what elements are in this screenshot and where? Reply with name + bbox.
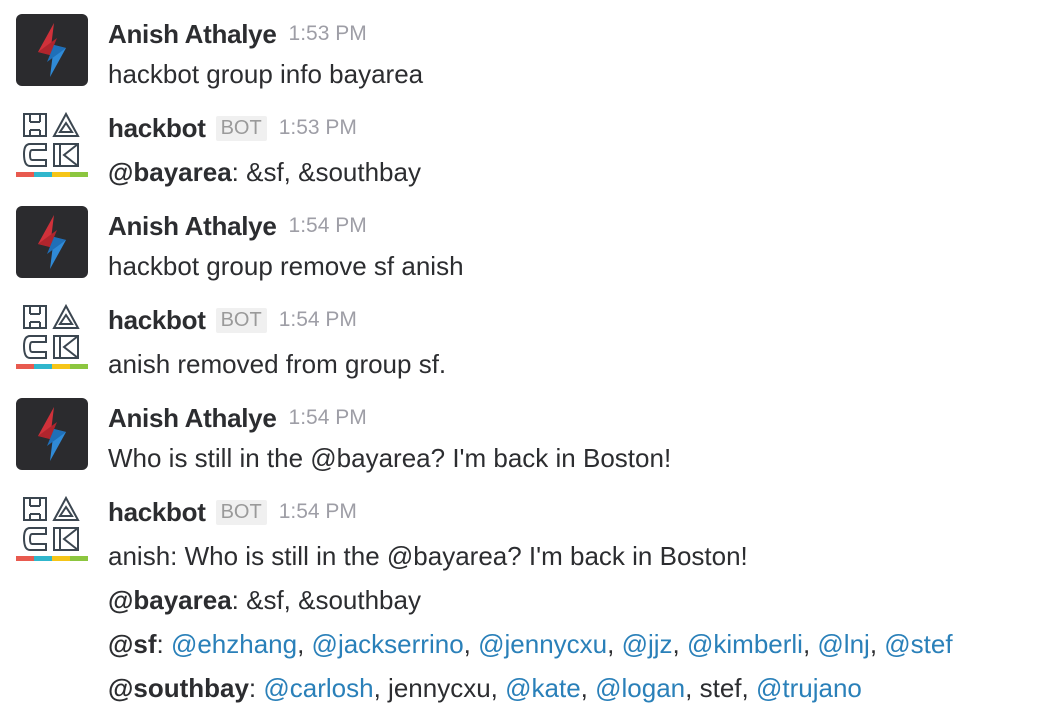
hack-logo-avatar-icon[interactable] bbox=[16, 300, 88, 372]
timestamp[interactable]: 1:54 PM bbox=[279, 308, 357, 332]
message-text: anish: Who is still in the @bayarea? I'm… bbox=[108, 541, 748, 571]
group-tag: @bayarea bbox=[108, 585, 232, 615]
user-mention-link[interactable]: @jackserrino bbox=[312, 629, 464, 659]
list-separator: , bbox=[463, 629, 479, 659]
list-separator: , bbox=[869, 629, 885, 659]
user-mention-link[interactable]: @logan bbox=[595, 673, 685, 703]
group-line-bayarea: @bayarea: &sf, &southbay bbox=[108, 580, 421, 620]
user-mention-link[interactable]: @kate bbox=[505, 673, 581, 703]
hack-logo-avatar-icon[interactable] bbox=[16, 108, 88, 180]
group-tag: @southbay bbox=[108, 673, 249, 703]
message: Anish Athalye 1:53 PM hackbot group info… bbox=[0, 14, 1064, 94]
message-header: hackbot BOT 1:54 PM bbox=[108, 492, 357, 532]
user-mention-link[interactable]: @jennycxu bbox=[478, 629, 607, 659]
timestamp[interactable]: 1:54 PM bbox=[279, 500, 357, 524]
bot-badge: BOT bbox=[215, 499, 267, 525]
list-separator: , bbox=[672, 629, 687, 659]
message-header: hackbot BOT 1:53 PM bbox=[108, 108, 357, 148]
list-separator: , bbox=[297, 629, 312, 659]
group-line-sf: @sf: @ehzhang, @jackserrino, @jennycxu, … bbox=[108, 624, 953, 664]
message-header: Anish Athalye 1:54 PM bbox=[108, 206, 367, 246]
message: Anish Athalye 1:54 PM hackbot group remo… bbox=[0, 206, 1064, 286]
lightning-bolt-avatar-icon[interactable] bbox=[16, 206, 88, 278]
hack-logo-avatar-icon[interactable] bbox=[16, 492, 88, 564]
message: Anish Athalye 1:54 PM Who is still in th… bbox=[0, 398, 1064, 478]
member-name: stef bbox=[699, 673, 742, 703]
message: hackbot BOT 1:54 PM anish removed from g… bbox=[0, 300, 1064, 380]
list-separator: , bbox=[802, 629, 818, 659]
group-text: : &sf, &southbay bbox=[231, 585, 421, 615]
list-separator: , bbox=[607, 629, 622, 659]
list-separator: , bbox=[490, 673, 506, 703]
group-separator: : bbox=[156, 629, 171, 659]
author-name[interactable]: hackbot bbox=[108, 113, 206, 144]
user-mention-link[interactable]: @ehzhang bbox=[171, 629, 297, 659]
group-text: : &sf, &southbay bbox=[231, 157, 421, 187]
timestamp[interactable]: 1:53 PM bbox=[289, 22, 367, 46]
list-separator: , bbox=[741, 673, 756, 703]
message-text: @bayarea: &sf, &southbay bbox=[108, 152, 421, 192]
message-header: Anish Athalye 1:54 PM bbox=[108, 398, 367, 438]
group-separator: : bbox=[248, 673, 264, 703]
message: hackbot BOT 1:54 PM anish: Who is still … bbox=[0, 492, 1064, 718]
list-separator: , bbox=[580, 673, 596, 703]
author-name[interactable]: hackbot bbox=[108, 497, 206, 528]
group-tag: @sf bbox=[108, 629, 157, 659]
message-text: Who is still in the @bayarea? I'm back i… bbox=[108, 443, 672, 473]
timestamp[interactable]: 1:54 PM bbox=[289, 406, 367, 430]
bot-badge: BOT bbox=[215, 307, 267, 333]
group-tag: @bayarea bbox=[108, 157, 232, 187]
list-separator: , bbox=[685, 673, 700, 703]
author-name[interactable]: Anish Athalye bbox=[108, 19, 277, 50]
list-separator: , bbox=[373, 673, 389, 703]
bot-badge: BOT bbox=[215, 115, 267, 141]
member-name: jennycxu bbox=[388, 673, 491, 703]
author-name[interactable]: hackbot bbox=[108, 305, 206, 336]
message-header: hackbot BOT 1:54 PM bbox=[108, 300, 357, 340]
message-text: hackbot group remove sf anish bbox=[108, 251, 464, 281]
message: hackbot BOT 1:53 PM @bayarea: &sf, &sout… bbox=[0, 108, 1064, 188]
timestamp[interactable]: 1:53 PM bbox=[279, 116, 357, 140]
user-mention-link[interactable]: @trujano bbox=[756, 673, 862, 703]
lightning-bolt-avatar-icon[interactable] bbox=[16, 14, 88, 86]
author-name[interactable]: Anish Athalye bbox=[108, 403, 277, 434]
user-mention-link[interactable]: @stef bbox=[884, 629, 952, 659]
message-header: Anish Athalye 1:53 PM bbox=[108, 14, 367, 54]
message-text: hackbot group info bayarea bbox=[108, 59, 424, 89]
user-mention-link[interactable]: @lnj bbox=[817, 629, 869, 659]
timestamp[interactable]: 1:54 PM bbox=[289, 214, 367, 238]
lightning-bolt-avatar-icon[interactable] bbox=[16, 398, 88, 470]
member-list: @ehzhang, @jackserrino, @jennycxu, @jjz,… bbox=[171, 629, 953, 659]
member-list: @carlosh, jennycxu, @kate, @logan, stef,… bbox=[263, 673, 862, 703]
group-line-southbay: @southbay: @carlosh, jennycxu, @kate, @l… bbox=[108, 668, 862, 708]
message-text: anish removed from group sf. bbox=[108, 349, 447, 379]
user-mention-link[interactable]: @kimberli bbox=[687, 629, 803, 659]
user-mention-link[interactable]: @carlosh bbox=[263, 673, 373, 703]
author-name[interactable]: Anish Athalye bbox=[108, 211, 277, 242]
user-mention-link[interactable]: @jjz bbox=[622, 629, 673, 659]
